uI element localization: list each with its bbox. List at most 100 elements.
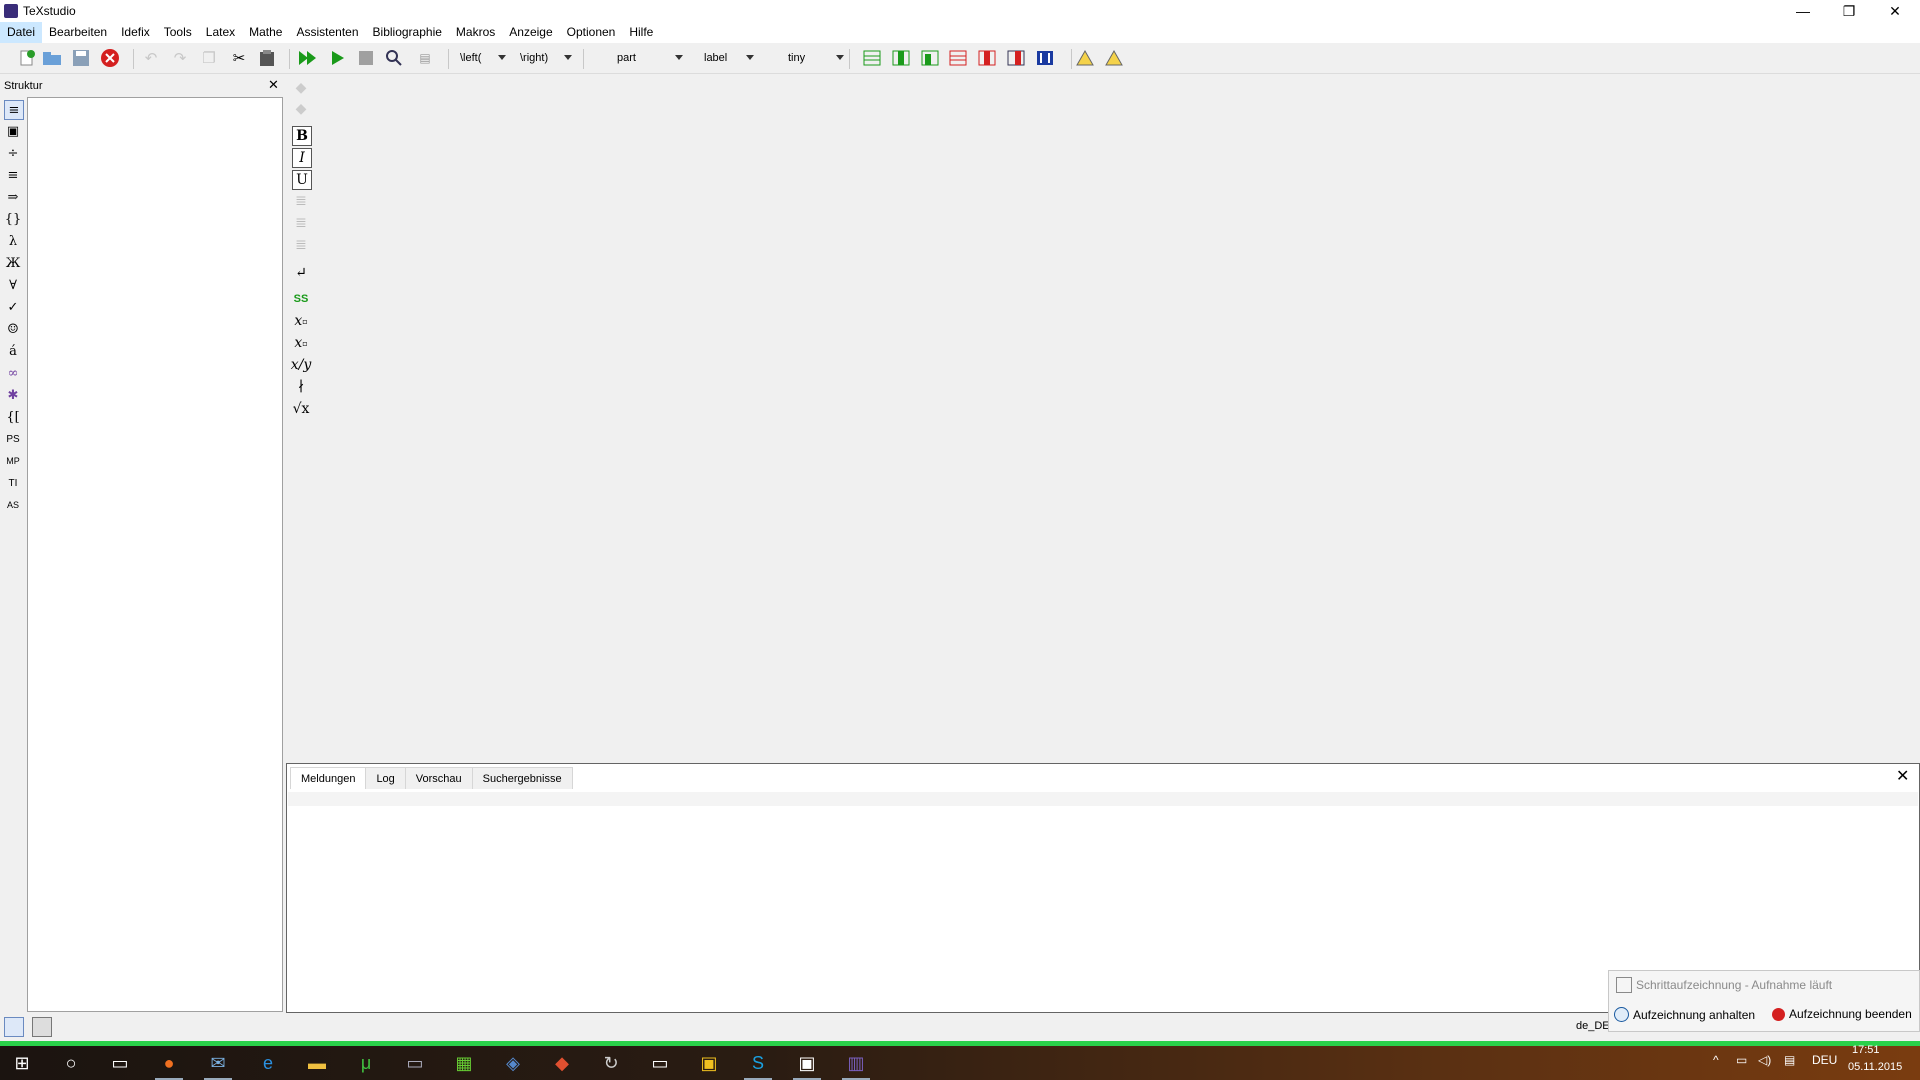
messages-close-button[interactable]: ✕ xyxy=(1896,766,1909,786)
windows-start-icon[interactable]: ⊞ xyxy=(8,1050,36,1076)
align-center-icon[interactable]: ≣ xyxy=(292,214,310,232)
tab-suchergebnisse[interactable]: Suchergebnisse xyxy=(471,767,573,789)
tikz-icon[interactable]: TI xyxy=(4,474,22,492)
wasysym-icon[interactable]: ☺ xyxy=(4,320,22,338)
add-column-icon[interactable] xyxy=(891,48,911,68)
spellcheck-language[interactable]: de_DE xyxy=(1576,1020,1610,1032)
metapost-icon[interactable]: MP xyxy=(4,452,22,470)
close-button[interactable]: ✕ xyxy=(1872,0,1918,22)
previous-warning-icon[interactable] xyxy=(1075,48,1095,68)
redo-icon[interactable]: ↷ xyxy=(170,48,190,68)
pstricks-icon[interactable]: PS xyxy=(4,430,22,448)
operators-icon[interactable]: ÷ xyxy=(4,144,22,162)
menu-makros[interactable]: Makros xyxy=(449,22,502,43)
skype-icon[interactable]: S xyxy=(744,1050,772,1080)
delimiters-icon[interactable]: {} xyxy=(4,210,22,228)
delete-column-icon[interactable] xyxy=(977,48,997,68)
pause-recording-button[interactable]: Aufzeichnung anhalten xyxy=(1614,1007,1755,1022)
subscript-icon[interactable]: x ▫ xyxy=(292,312,310,330)
calculator-app-icon[interactable]: ▦ xyxy=(450,1050,478,1076)
input-language[interactable]: DEU xyxy=(1812,1053,1837,1067)
menu-optionen[interactable]: Optionen xyxy=(560,22,623,43)
greek-letters-icon[interactable]: λ xyxy=(4,232,22,250)
previous-marker-icon[interactable]: ◆ xyxy=(292,79,310,97)
menu-mathe[interactable]: Mathe xyxy=(242,22,289,43)
menu-bibliographie[interactable]: Bibliographie xyxy=(366,22,449,43)
tab-meldungen[interactable]: Meldungen xyxy=(290,767,367,789)
inline-math-button[interactable]: SS xyxy=(292,290,310,308)
superscript-icon[interactable]: x ▫ xyxy=(292,334,310,352)
underline-button[interactable]: U xyxy=(292,170,312,190)
menu-bearbeiten[interactable]: Bearbeiten xyxy=(42,22,114,43)
utorrent-icon[interactable]: μ xyxy=(352,1050,380,1076)
bookmarks-icon[interactable]: ▣ xyxy=(4,122,22,140)
thunderbird-icon[interactable]: ✉ xyxy=(204,1050,232,1080)
texstudio-taskbar-icon[interactable]: ▥ xyxy=(842,1050,870,1080)
git-icon[interactable]: ◆ xyxy=(548,1050,576,1076)
task-view-icon[interactable]: ▭ xyxy=(106,1050,134,1076)
save-icon[interactable] xyxy=(71,48,91,68)
minimize-button[interactable]: — xyxy=(1780,0,1826,22)
fraction-icon[interactable]: x/y xyxy=(291,356,312,374)
compile-icon[interactable] xyxy=(328,48,348,68)
sync-app-icon[interactable]: ↻ xyxy=(597,1050,625,1076)
storage-app-icon[interactable]: ▭ xyxy=(401,1050,429,1076)
relations-icon[interactable]: ≡ xyxy=(4,166,22,184)
stop-recording-button[interactable]: Aufzeichnung beenden xyxy=(1772,1007,1912,1021)
view-pdf-icon[interactable] xyxy=(384,48,404,68)
next-marker-icon[interactable]: ◆ xyxy=(292,100,310,118)
tab-log[interactable]: Log xyxy=(365,767,406,789)
asymptote-icon[interactable]: AS xyxy=(4,496,22,514)
new-line-icon[interactable]: ↵ xyxy=(292,264,310,282)
stop-compile-icon[interactable] xyxy=(356,48,376,68)
firefox-icon[interactable]: ● xyxy=(155,1050,183,1080)
menu-idefix[interactable]: Idefix xyxy=(114,22,157,43)
arrows-icon[interactable]: ⇒ xyxy=(4,188,22,206)
tab-vorschau[interactable]: Vorschau xyxy=(404,767,473,789)
structure-tree-panel[interactable] xyxy=(27,97,283,1012)
menu-datei[interactable]: Datei xyxy=(0,22,43,43)
references-combo[interactable]: label xyxy=(704,49,754,67)
open-file-icon[interactable] xyxy=(42,48,62,68)
environments-icon[interactable]: {[ xyxy=(4,408,22,426)
accents-icon[interactable]: á xyxy=(4,342,22,360)
cut-icon[interactable]: ✂ xyxy=(229,48,249,68)
dfrac-icon[interactable]: ∤ xyxy=(292,378,310,396)
steps-recorder-taskbar-icon[interactable]: ▣ xyxy=(793,1050,821,1080)
menu-tools[interactable]: Tools xyxy=(157,22,199,43)
restore-button[interactable]: ❐ xyxy=(1826,0,1872,22)
menu-assistenten[interactable]: Assistenten xyxy=(289,22,365,43)
right-delimiter-combo[interactable]: \right) xyxy=(520,49,572,67)
structure-icon[interactable]: ≡ xyxy=(4,100,24,120)
filezilla-icon[interactable]: ▣ xyxy=(695,1050,723,1076)
delete-row-icon[interactable] xyxy=(948,48,968,68)
menu-anzeige[interactable]: Anzeige xyxy=(502,22,559,43)
network-icon[interactable]: ▭ xyxy=(1736,1053,1747,1067)
clock-time[interactable]: 17:51 xyxy=(1852,1044,1880,1056)
sectioning-combo[interactable]: part xyxy=(617,49,683,67)
cyrillic-letters-icon[interactable]: Ж xyxy=(4,254,22,272)
network-app-icon[interactable]: ◈ xyxy=(499,1050,527,1076)
volume-icon[interactable]: ◁) xyxy=(1758,1053,1771,1067)
clock-date[interactable]: 05.11.2015 xyxy=(1848,1061,1902,1073)
structure-close-button[interactable]: ✕ xyxy=(268,77,279,93)
left-delimiter-combo[interactable]: \left( xyxy=(460,49,506,67)
file-explorer-icon[interactable]: ▬ xyxy=(303,1050,331,1076)
view-log-icon[interactable]: ▤ xyxy=(415,48,435,68)
action-center-icon[interactable]: ▤ xyxy=(1784,1053,1795,1067)
remove-column-icon[interactable] xyxy=(1006,48,1026,68)
undo-icon[interactable]: ↶ xyxy=(141,48,161,68)
add-row-icon[interactable] xyxy=(862,48,882,68)
toggle-structure-icon[interactable] xyxy=(4,1017,24,1037)
misc-text-icon[interactable]: ✓ xyxy=(4,298,22,316)
favorites-icon[interactable]: ∞ xyxy=(4,364,22,382)
copy-icon[interactable]: ❐ xyxy=(199,48,219,68)
align-left-icon[interactable]: ≣ xyxy=(292,192,310,210)
close-document-icon[interactable] xyxy=(100,48,120,68)
sqrt-icon[interactable]: √x xyxy=(292,400,310,418)
menu-latex[interactable]: Latex xyxy=(199,22,242,43)
italic-button[interactable]: I xyxy=(292,148,312,168)
align-columns-icon[interactable] xyxy=(1035,48,1055,68)
next-warning-icon[interactable] xyxy=(1104,48,1124,68)
show-hidden-icons-icon[interactable]: ^ xyxy=(1713,1053,1719,1067)
